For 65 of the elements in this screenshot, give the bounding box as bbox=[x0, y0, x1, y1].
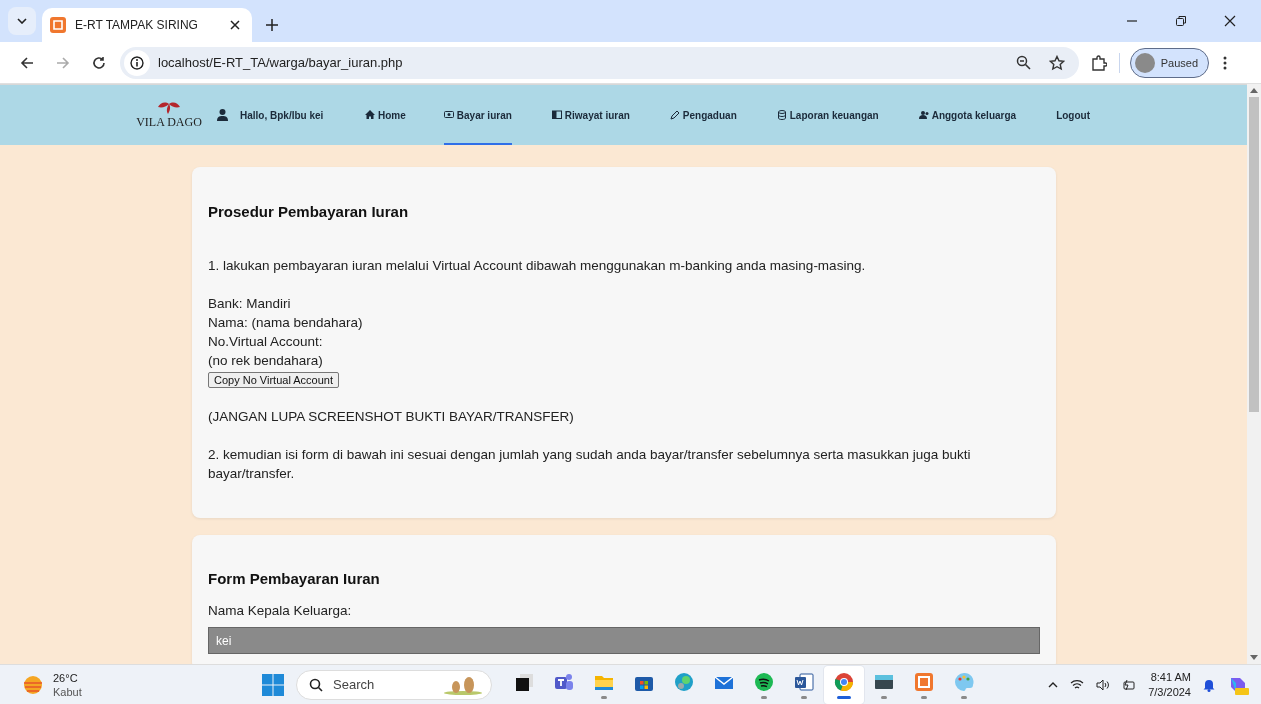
nav-link[interactable]: Anggota keluarga bbox=[918, 85, 1017, 145]
scrollbar[interactable] bbox=[1247, 84, 1261, 664]
weather-icon[interactable] bbox=[22, 674, 44, 695]
body-text: Bank: Mandiri bbox=[208, 295, 292, 313]
reload-icon[interactable] bbox=[92, 55, 106, 70]
tab-search-button[interactable] bbox=[8, 7, 36, 35]
close-icon[interactable] bbox=[1224, 15, 1236, 27]
address-bar[interactable]: localhost/E-RT_TA/warga/bayar_iuran.php bbox=[120, 46, 1079, 79]
scrollbar-thumb[interactable] bbox=[1249, 97, 1259, 412]
chevron-down-icon bbox=[17, 18, 27, 24]
tab-title: E-RT TAMPAK SIRING bbox=[75, 18, 199, 32]
card-title: Prosedur Pembayaran Iuran bbox=[208, 203, 410, 220]
restore-icon[interactable] bbox=[1175, 15, 1187, 27]
clock[interactable]: 8:41 AM 7/3/2024 bbox=[1148, 669, 1191, 700]
url-text: localhost/E-RT_TA/warga/bayar_iuran.php bbox=[158, 55, 403, 70]
document-icon bbox=[793, 670, 815, 693]
body-text: (no rek bendahara) bbox=[208, 352, 324, 370]
temperature-text: 26°C bbox=[53, 670, 79, 685]
people-icon bbox=[918, 110, 929, 120]
home-icon bbox=[365, 110, 375, 120]
avatar-icon bbox=[1134, 52, 1155, 73]
copy-button[interactable]: Copy No Virtual Account bbox=[208, 372, 340, 388]
info-icon[interactable] bbox=[124, 49, 150, 76]
chevron-up-icon[interactable] bbox=[1048, 681, 1059, 688]
pencil-icon bbox=[669, 110, 680, 120]
zoom-out-icon[interactable] bbox=[1015, 55, 1031, 70]
profile-button[interactable]: Paused bbox=[1129, 47, 1209, 78]
body-text: 2. kemudian isi form di bawah ini sesuai dengan jumlah yang sudah anda bayar/transfer sebelumnya serta masukkan juga bukti bayar/transfer. bbox=[208, 446, 972, 483]
user-icon bbox=[217, 109, 228, 121]
weather-text: Kabut bbox=[53, 684, 82, 699]
browser-tab[interactable]: E-RT TAMPAK SIRING bbox=[42, 8, 252, 42]
nav-link[interactable]: Laporan keuangan bbox=[776, 85, 879, 145]
body-text: Nama: (nama bendahara) bbox=[208, 314, 364, 332]
more-icon[interactable] bbox=[1223, 55, 1227, 70]
body-text: 1. lakukan pembayaran iuran melalui Virtual Account dibawah menggunakan m-banking anda masing-masing. bbox=[208, 257, 867, 275]
search-icon bbox=[309, 677, 323, 692]
speaker-icon[interactable] bbox=[1096, 678, 1111, 691]
field-label: Nama Kepala Keluarga: bbox=[208, 603, 353, 618]
wifi-icon[interactable] bbox=[1070, 679, 1085, 690]
start-icon[interactable] bbox=[262, 673, 284, 696]
close-icon[interactable] bbox=[230, 20, 240, 30]
back-icon[interactable] bbox=[20, 55, 34, 70]
puzzle-icon[interactable] bbox=[1090, 54, 1107, 71]
banknote-icon bbox=[443, 110, 454, 120]
book-icon bbox=[551, 110, 562, 120]
greeting-text: Hallo, Bpk/Ibu kei bbox=[240, 109, 324, 121]
battery-icon[interactable] bbox=[1122, 678, 1137, 691]
nav-link[interactable]: Home bbox=[365, 85, 406, 145]
database-icon bbox=[776, 110, 787, 120]
nav-link[interactable]: Riwayat iuran bbox=[551, 85, 630, 145]
new-tab-icon[interactable] bbox=[266, 19, 278, 31]
nav-link[interactable]: Bayar iuran bbox=[443, 85, 512, 145]
body-text: (JANGAN LUPA SCREENSHOT BUKTI BAYAR/TRANSFER) bbox=[208, 408, 575, 426]
scroll-down-icon[interactable] bbox=[1250, 655, 1258, 660]
bell-icon[interactable] bbox=[1203, 677, 1215, 692]
scroll-up-icon[interactable] bbox=[1250, 88, 1258, 93]
nav-link[interactable]: Pengaduan bbox=[669, 85, 737, 145]
card-title: Form Pembayaran Iuran bbox=[208, 570, 381, 587]
search-field[interactable]: Search bbox=[296, 669, 492, 700]
nav-link[interactable]: Logout bbox=[1056, 85, 1090, 145]
palette-icon bbox=[953, 670, 975, 693]
app-logo-icon bbox=[50, 17, 66, 33]
logo-drawing: VILA DAGO bbox=[137, 100, 201, 128]
body-text: No.Virtual Account: bbox=[208, 333, 324, 351]
star-icon[interactable] bbox=[1048, 54, 1065, 71]
